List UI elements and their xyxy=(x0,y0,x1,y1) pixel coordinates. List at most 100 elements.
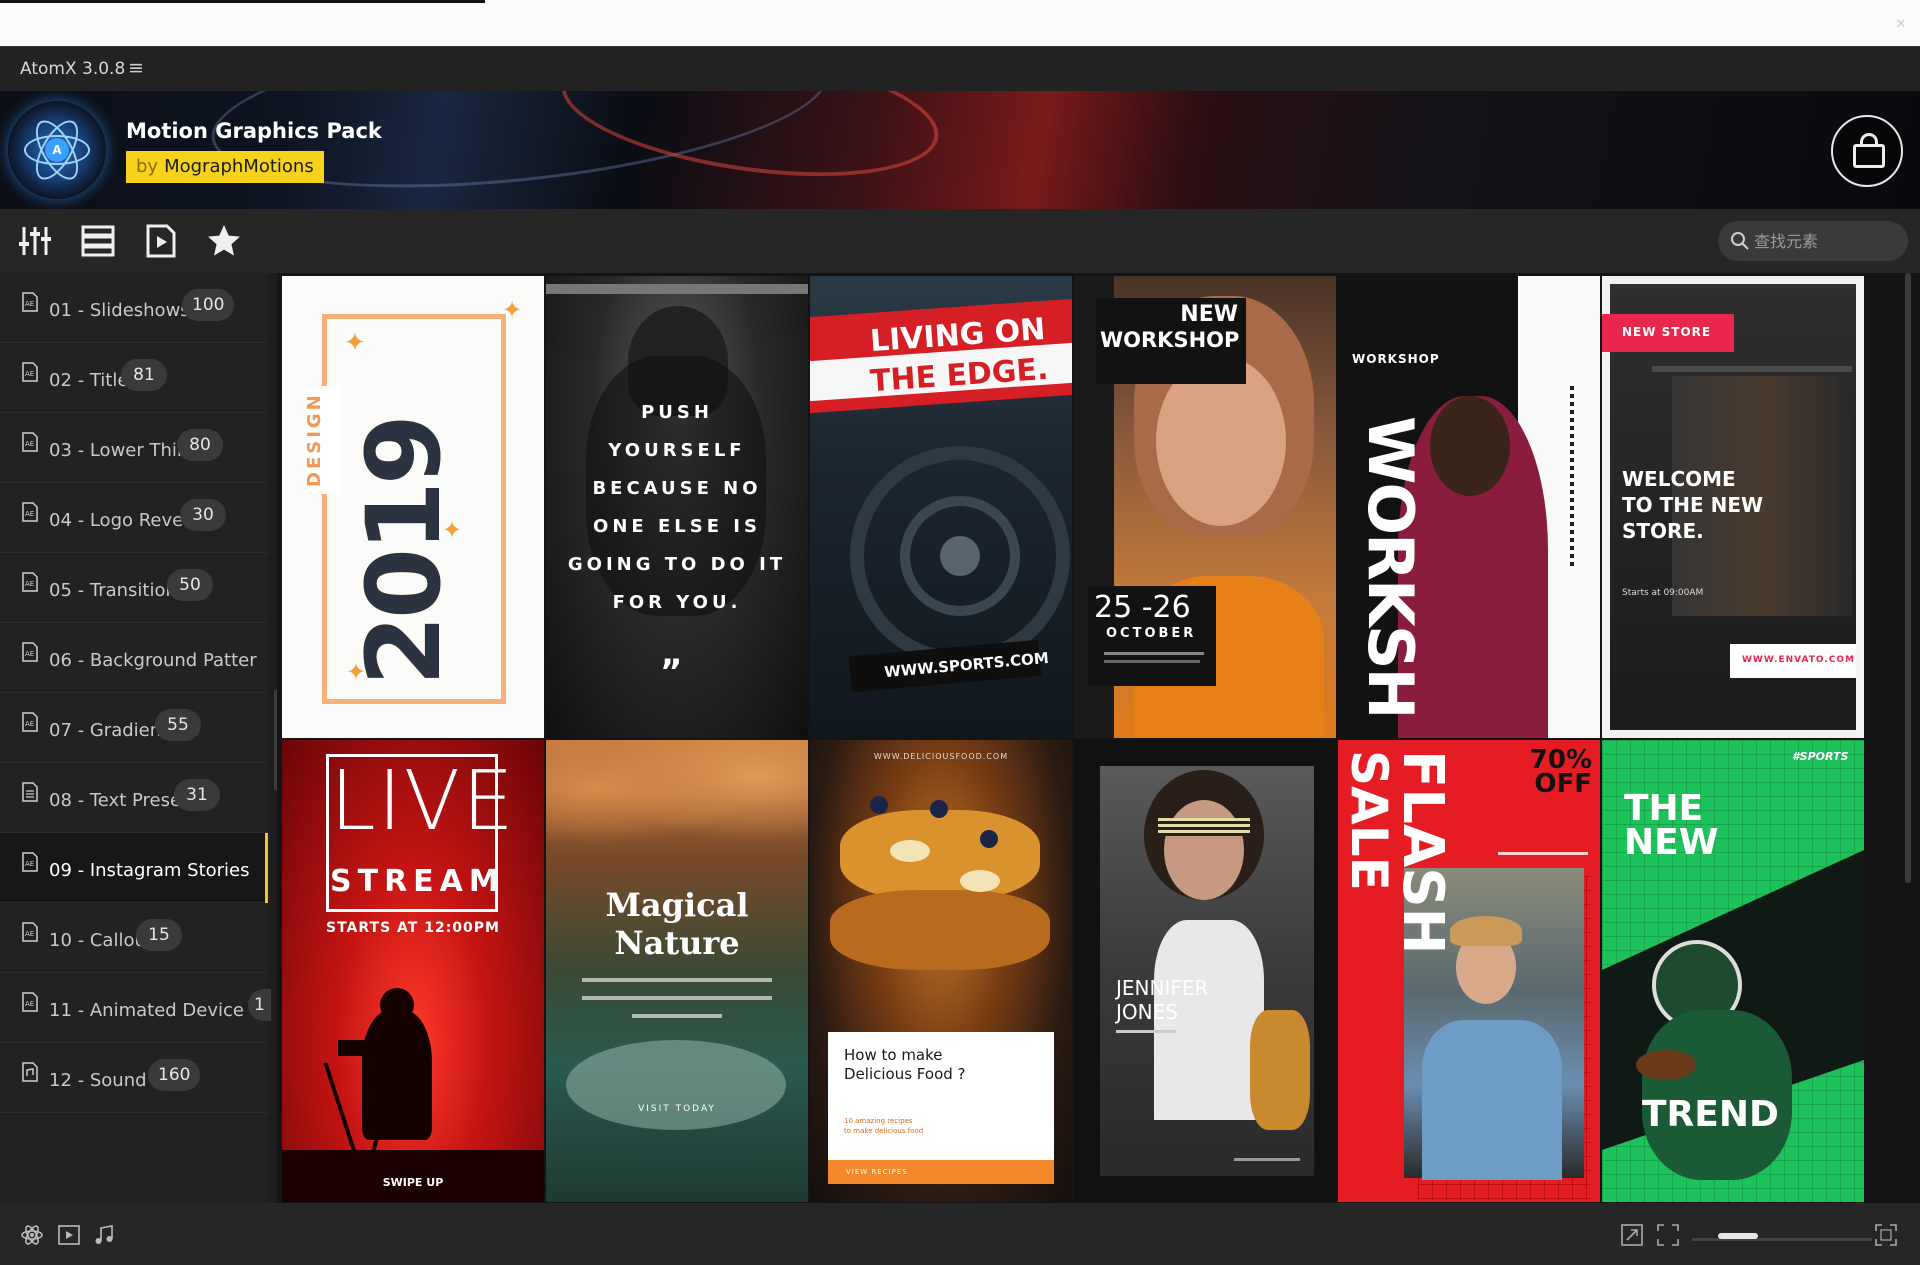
card-url: WWW.ENVATO.COM xyxy=(1742,655,1855,665)
sidebar-item-count-badge: 50 xyxy=(167,569,213,601)
pack-banner: A Motion Graphics Pack by MographMotions xyxy=(0,91,1920,209)
sidebar-item[interactable]: AE 10 - Callouts 15 xyxy=(0,903,268,973)
bottom-bar xyxy=(0,1203,1920,1265)
svg-text:AE: AE xyxy=(25,650,34,658)
card-title: WELCOME TO THE NEW STORE. xyxy=(1622,467,1764,543)
card-title: TREND xyxy=(1642,1094,1779,1135)
sidebar-item[interactable]: AE 04 - Logo Reveals 30 xyxy=(0,483,268,553)
list-view-icon[interactable] xyxy=(80,223,116,259)
search-box xyxy=(1718,221,1908,261)
leaf-icon: ✦ xyxy=(502,296,523,324)
quote-icon: ” xyxy=(660,652,683,692)
top-system-strip: ✕ xyxy=(0,0,1920,46)
card-text: DESIGN xyxy=(304,386,340,494)
atom-icon[interactable] xyxy=(20,1223,44,1247)
card-footer: VISIT TODAY xyxy=(638,1104,716,1114)
search-input[interactable] xyxy=(1754,227,1899,255)
grid-scrollbar[interactable] xyxy=(1905,273,1911,883)
ae-file-icon: AE xyxy=(20,362,40,382)
leaf-icon: ✦ xyxy=(344,328,366,358)
hamburger-menu-icon[interactable]: ≡ xyxy=(128,57,144,79)
zoom-slider-thumb[interactable] xyxy=(1718,1233,1758,1239)
text-file-icon xyxy=(20,782,40,802)
sidebar-item-count-badge: 15 xyxy=(136,919,182,951)
ae-file-icon: AE xyxy=(20,432,40,452)
sidebar-item-label: 05 - Transitions xyxy=(49,580,187,601)
expand-icon[interactable] xyxy=(1620,1223,1644,1247)
card-badge: 70% OFF xyxy=(1529,745,1592,799)
svg-text:AE: AE xyxy=(25,370,34,378)
pack-title: Motion Graphics Pack xyxy=(126,119,382,143)
sidebar-item[interactable]: 12 - Sound Fx 160 xyxy=(0,1043,268,1113)
ae-file-icon: AE xyxy=(20,992,40,1012)
template-card[interactable]: #SPORTS THE NEW TREND xyxy=(1602,740,1864,1202)
svg-text:AE: AE xyxy=(25,720,34,728)
template-card[interactable]: NEW STORE WELCOME TO THE NEW STORE. Star… xyxy=(1602,276,1864,738)
sidebar-item[interactable]: AE 01 - Slideshows 100 xyxy=(0,273,268,343)
template-card[interactable]: LIVE STREAM STARTS AT 12:00PM SWIPE UP xyxy=(282,740,544,1202)
template-card[interactable]: NEW WORKSHOP 25 -26 OCTOBER xyxy=(1074,276,1336,738)
fullscreen-icon[interactable] xyxy=(1874,1223,1898,1247)
app-title: AtomX 3.0.8 xyxy=(20,59,126,79)
card-subtitle: 10 amazing recipes to make delicious foo… xyxy=(844,1117,924,1135)
play-icon[interactable] xyxy=(143,223,179,259)
sidebar-item[interactable]: AE 05 - Transitions 50 xyxy=(0,553,268,623)
svg-text:AE: AE xyxy=(25,1000,34,1008)
ae-file-icon: AE xyxy=(20,922,40,942)
template-card[interactable]: SALE FLASH 70% OFF xyxy=(1338,740,1600,1202)
by-prefix: by xyxy=(136,156,159,177)
shop-bag-icon[interactable] xyxy=(1831,115,1903,187)
card-title: JENNIFER JONES xyxy=(1116,976,1209,1024)
template-card[interactable]: DESIGN 2019 ✦ ✦ ✦ ✦ xyxy=(282,276,544,738)
svg-text:AE: AE xyxy=(25,300,34,308)
template-card[interactable]: WORKSHOP WORKSH xyxy=(1338,276,1600,738)
svg-text:AE: AE xyxy=(25,580,34,588)
sliders-icon[interactable] xyxy=(17,223,53,259)
card-label: NEW STORE xyxy=(1622,325,1712,339)
sound-file-icon xyxy=(20,1062,40,1082)
fit-screen-icon[interactable] xyxy=(1656,1223,1680,1247)
template-card[interactable]: WWW.DELICIOUSFOOD.COM How to make Delici… xyxy=(810,740,1072,1202)
video-file-icon[interactable] xyxy=(57,1223,81,1247)
sidebar-item-count-badge: 160 xyxy=(148,1059,201,1091)
star-icon[interactable] xyxy=(206,223,242,259)
category-sidebar: AE 01 - Slideshows 100 AE 02 - Titles 81 AE 03 … xyxy=(0,273,271,1203)
search-icon xyxy=(1731,232,1749,250)
template-card[interactable]: Magical Nature VISIT TODAY xyxy=(546,740,808,1202)
sidebar-item-label: 11 - Animated Device xyxy=(49,1000,244,1021)
ae-file-icon: AE xyxy=(20,642,40,662)
sidebar-item[interactable]: AE 07 - Gradients 55 xyxy=(0,693,268,763)
sidebar-item-count-badge: 80 xyxy=(177,429,223,461)
sidebar-item[interactable]: AE 11 - Animated Device 1 xyxy=(0,973,271,1043)
sidebar-item[interactable]: AE 06 - Background Patter xyxy=(0,623,268,693)
card-title: WORKSHOP xyxy=(1100,328,1240,352)
ae-file-icon: AE xyxy=(20,712,40,732)
svg-text:AE: AE xyxy=(25,440,34,448)
atomx-logo: A xyxy=(8,101,106,199)
ae-file-icon: AE xyxy=(20,292,40,312)
card-subtitle: STARTS AT 12:00PM xyxy=(326,920,500,936)
close-icon[interactable]: ✕ xyxy=(1890,14,1912,36)
sidebar-item[interactable]: AE 09 - Instagram Stories xyxy=(0,833,268,903)
sidebar-item[interactable]: AE 02 - Titles 81 xyxy=(0,343,268,413)
template-card[interactable]: JENNIFER JONES xyxy=(1074,740,1336,1202)
sidebar-item-count-badge: 55 xyxy=(155,709,201,741)
sidebar-item[interactable]: 08 - Text Presets 31 xyxy=(0,763,268,833)
card-subtitle: Starts at 09:00AM xyxy=(1622,588,1704,598)
card-quote: PUSH YOURSELF BECAUSE NO ONE ELSE IS GOI… xyxy=(567,402,787,613)
template-card[interactable]: PUSH YOURSELF BECAUSE NO ONE ELSE IS GOI… xyxy=(546,276,808,738)
card-month: OCTOBER xyxy=(1106,626,1197,641)
template-card[interactable]: LIVING ON THE EDGE. WWW.SPORTS.COM xyxy=(810,276,1072,738)
sidebar-item[interactable]: AE 03 - Lower Thirds 80 xyxy=(0,413,268,483)
pack-author-badge[interactable]: by MographMotions xyxy=(126,151,324,183)
card-title: FLASH xyxy=(1390,750,1455,955)
music-note-icon[interactable] xyxy=(92,1223,116,1247)
toolbar xyxy=(0,209,1920,273)
sidebar-item-count-badge: 100 xyxy=(182,289,235,321)
loading-bar xyxy=(0,0,485,3)
pack-author: MographMotions xyxy=(164,156,314,177)
svg-text:AE: AE xyxy=(25,860,34,868)
card-title: NEW xyxy=(1180,302,1238,327)
sidebar-item-label: 06 - Background Patter xyxy=(49,650,257,671)
card-label: #SPORTS xyxy=(1792,750,1849,763)
